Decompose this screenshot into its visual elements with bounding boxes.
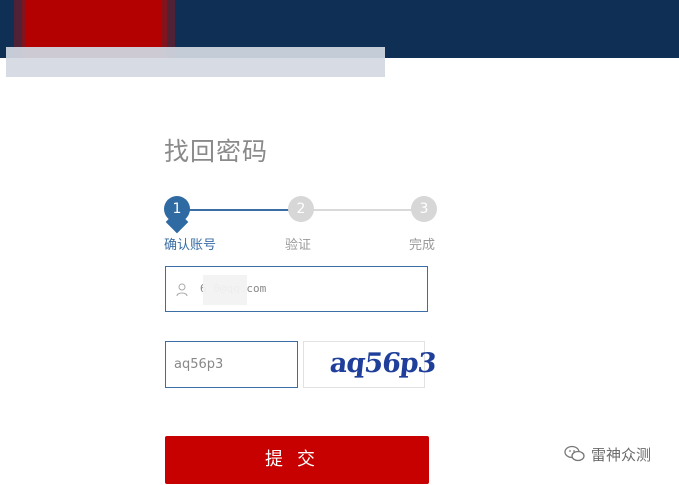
redacted-email-part bbox=[203, 275, 247, 305]
step-3-circle: 3 bbox=[411, 196, 437, 222]
page-title: 找回密码 bbox=[164, 137, 269, 166]
submit-button[interactable]: 提交 bbox=[165, 436, 429, 484]
captcha-image[interactable]: aq56p3 bbox=[303, 341, 437, 388]
step-2-circle: 2 bbox=[288, 196, 314, 222]
redacted-banner-lower bbox=[6, 58, 385, 77]
step-3-label: 完成 bbox=[409, 238, 436, 253]
captcha-image-text: aq56p3 bbox=[328, 348, 438, 379]
step-line-inactive bbox=[301, 209, 425, 211]
progress-steps: 1 2 3 确认账号 验证 完成 bbox=[164, 195, 439, 255]
step-2-label: 验证 bbox=[285, 238, 312, 253]
step-line-active bbox=[177, 209, 301, 211]
watermark: 雷神众测 bbox=[564, 442, 674, 468]
email-field[interactable]: 6 0@qq.com bbox=[165, 266, 428, 312]
user-icon bbox=[176, 283, 188, 297]
captcha-input-value: aq56p3 bbox=[174, 357, 224, 372]
watermark-text: 雷神众测 bbox=[591, 446, 652, 464]
wechat-icon bbox=[564, 445, 585, 462]
step-1-label: 确认账号 bbox=[164, 238, 217, 253]
captcha-input[interactable]: aq56p3 bbox=[165, 341, 298, 388]
step-1-circle: 1 bbox=[164, 196, 190, 222]
